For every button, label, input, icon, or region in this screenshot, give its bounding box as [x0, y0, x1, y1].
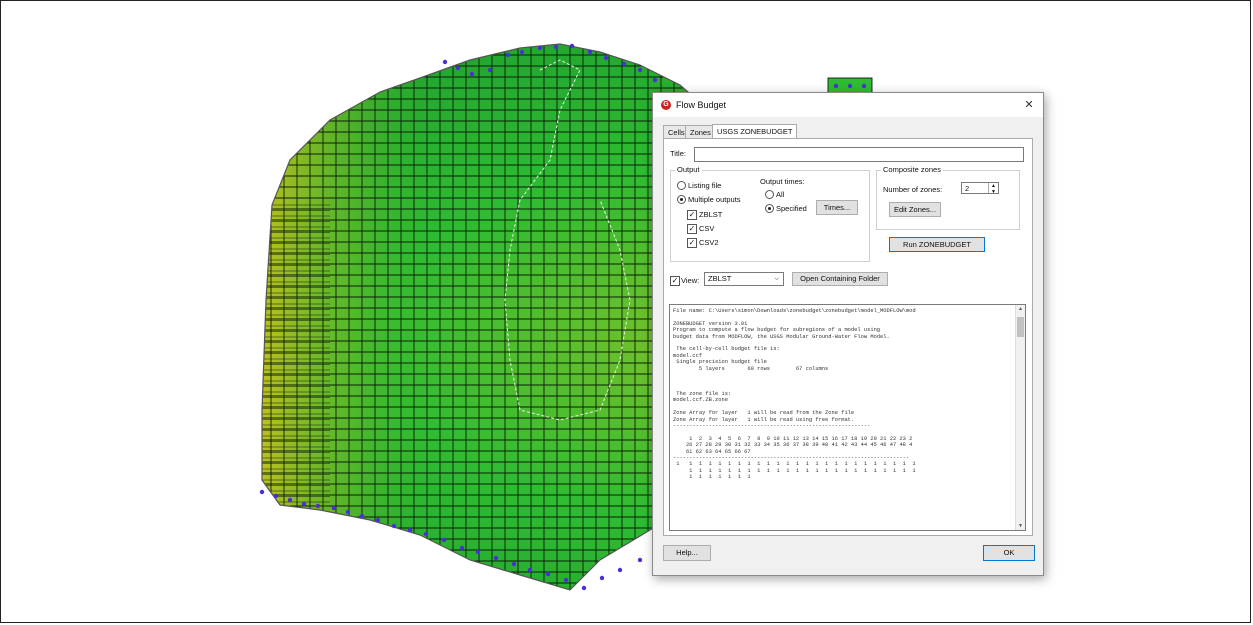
boundary-marker [345, 509, 351, 515]
view-select-value: ZBLST [708, 274, 732, 283]
boundary-marker [459, 545, 465, 551]
composite-zones-groupbox: Composite zones Number of zones: 2 ▲ ▼ Ed… [876, 165, 1020, 230]
times-button[interactable]: Times... [816, 200, 858, 215]
low-head-fill [262, 44, 425, 590]
boundary-marker [301, 501, 307, 507]
boundary-marker [487, 67, 493, 73]
model-grid-map[interactable] [0, 0, 1253, 625]
boundary-marker [441, 537, 447, 543]
output-line: 1 1 1 1 1 1 1 [673, 474, 751, 481]
boundary-marker [315, 503, 321, 509]
output-group-title: Output [675, 165, 702, 174]
boundary-marker [359, 513, 365, 519]
csv-label: CSV [699, 224, 715, 233]
scroll-down-icon[interactable]: ▼ [1016, 523, 1025, 529]
close-icon[interactable]: ✕ [1021, 97, 1037, 113]
zonebudget-output-text[interactable]: File name: C:\Users\simon\Downloads\zone… [669, 304, 1026, 531]
boundary-marker [569, 43, 575, 49]
view-label: View: [681, 276, 700, 285]
boundary-marker [423, 531, 429, 537]
boundary-marker [391, 523, 397, 529]
boundary-marker [563, 577, 569, 583]
boundary-marker [511, 561, 517, 567]
boundary-marker [331, 505, 337, 511]
csv2-checkbox[interactable]: ✓ [687, 238, 697, 248]
boundary-marker [599, 575, 605, 581]
composite-zones-title: Composite zones [881, 165, 943, 174]
boundary-marker [537, 45, 543, 51]
title-input[interactable] [694, 147, 1024, 162]
number-of-zones-value: 2 [965, 184, 970, 193]
output-scrollbar[interactable]: ▲ ▼ [1015, 305, 1025, 530]
head-color-fill [262, 44, 805, 590]
scroll-up-icon[interactable]: ▲ [1016, 306, 1025, 312]
dialog-title: Flow Budget [676, 100, 727, 110]
boundary-marker [545, 571, 551, 577]
view-select[interactable]: ZBLST ⌵ [704, 272, 784, 286]
boundary-marker [519, 49, 525, 55]
multiple-outputs-label: Multiple outputs [688, 195, 741, 204]
title-label: Title: [670, 149, 686, 158]
boundary-marker [833, 83, 839, 89]
boundary-marker [587, 49, 593, 55]
tab-usgs-zonebudget[interactable]: USGS ZONEBUDGET [712, 124, 798, 139]
listing-file-radio[interactable] [677, 181, 686, 190]
boundary-marker [637, 67, 643, 73]
spin-down-icon[interactable]: ▼ [989, 189, 998, 195]
zones-spinner[interactable]: ▲ ▼ [988, 183, 998, 195]
boundary-marker [553, 44, 559, 50]
boundary-marker [621, 61, 627, 67]
boundary-marker [652, 77, 658, 83]
view-checkbox[interactable]: ✓ [670, 276, 680, 286]
listing-file-label: Listing file [688, 181, 722, 190]
boundary-marker [287, 497, 293, 503]
output-lines: File name: C:\Users\simon\Downloads\zone… [670, 305, 1025, 481]
number-of-zones-label: Number of zones: [883, 185, 943, 194]
number-of-zones-input[interactable]: 2 ▲ ▼ [961, 182, 999, 195]
dialog-titlebar: G Flow Budget ✕ [653, 93, 1043, 117]
zonebudget-tab-panel: Title: Output Listing file Multiple outp… [663, 138, 1033, 536]
csv2-label: CSV2 [699, 238, 719, 247]
flow-budget-dialog: G Flow Budget ✕ Cells Zones USGS ZONEBUD… [652, 92, 1044, 576]
csv-checkbox[interactable]: ✓ [687, 224, 697, 234]
boundary-marker [847, 83, 853, 89]
edit-zones-button[interactable]: Edit Zones... [889, 202, 941, 217]
specified-times-label: Specified [776, 204, 807, 213]
open-containing-folder-button[interactable]: Open Containing Folder [792, 272, 888, 286]
boundary-marker [637, 557, 643, 563]
boundary-marker [527, 567, 533, 573]
boundary-marker [259, 489, 265, 495]
output-times-label: Output times: [760, 177, 805, 186]
chevron-down-icon: ⌵ [774, 276, 779, 282]
zblst-checkbox[interactable]: ✓ [687, 210, 697, 220]
all-times-radio[interactable] [765, 190, 774, 199]
output-groupbox: Output Listing file Multiple outputs ✓ Z… [670, 165, 870, 262]
boundary-marker [475, 549, 481, 555]
all-times-label: All [776, 190, 785, 199]
multiple-outputs-radio[interactable] [677, 195, 686, 204]
boundary-marker [617, 567, 623, 573]
zblst-label: ZBLST [699, 210, 723, 219]
boundary-marker [603, 55, 609, 61]
boundary-marker [375, 517, 381, 523]
boundary-marker [861, 83, 867, 89]
boundary-marker [505, 52, 511, 58]
boundary-marker [493, 555, 499, 561]
boundary-marker [469, 71, 475, 77]
scrollbar-thumb[interactable] [1017, 317, 1024, 337]
specified-times-radio[interactable] [765, 204, 774, 213]
boundary-marker [442, 59, 448, 65]
help-button[interactable]: Help... [663, 545, 711, 561]
run-zonebudget-button[interactable]: Run ZONEBUDGET [889, 237, 985, 252]
boundary-marker [455, 65, 461, 71]
app-icon: G [661, 100, 671, 110]
boundary-marker [581, 585, 587, 591]
boundary-marker [407, 527, 413, 533]
ok-button[interactable]: OK [983, 545, 1035, 561]
boundary-marker [273, 493, 279, 499]
